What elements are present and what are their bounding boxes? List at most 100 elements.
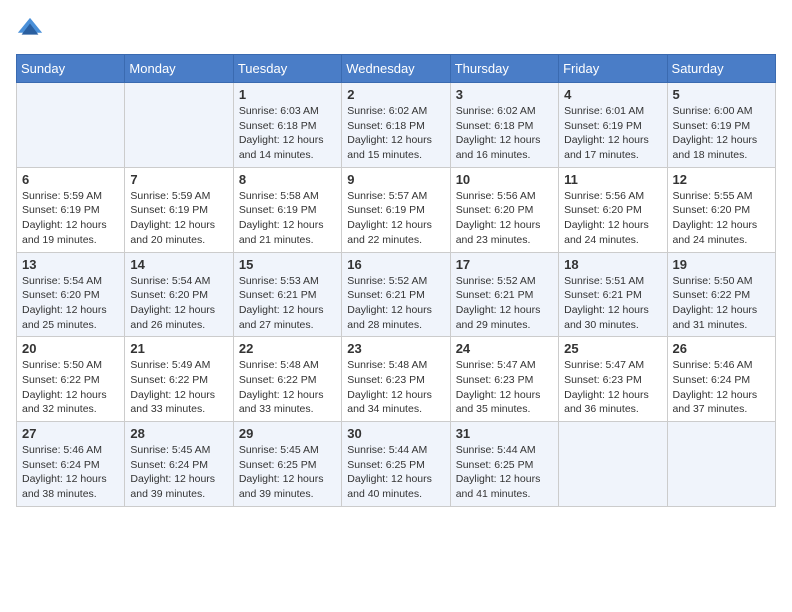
day-number: 11 xyxy=(564,172,661,187)
day-number: 20 xyxy=(22,341,119,356)
day-info: Sunrise: 5:48 AMSunset: 6:23 PMDaylight:… xyxy=(347,358,444,417)
day-info: Sunrise: 5:54 AMSunset: 6:20 PMDaylight:… xyxy=(130,274,227,333)
day-number: 16 xyxy=(347,257,444,272)
calendar-cell: 17 Sunrise: 5:52 AMSunset: 6:21 PMDayligh… xyxy=(450,252,558,337)
day-number: 1 xyxy=(239,87,336,102)
calendar-cell: 15 Sunrise: 5:53 AMSunset: 6:21 PMDayligh… xyxy=(233,252,341,337)
day-number: 13 xyxy=(22,257,119,272)
day-info: Sunrise: 5:52 AMSunset: 6:21 PMDaylight:… xyxy=(347,274,444,333)
weekday-header-friday: Friday xyxy=(559,55,667,83)
calendar-cell: 30 Sunrise: 5:44 AMSunset: 6:25 PMDayligh… xyxy=(342,422,450,507)
calendar-cell: 31Sunrise: 5:44 AMSunset: 6:25 PMDayligh… xyxy=(450,422,558,507)
calendar-week-1: 1 Sunrise: 6:03 AMSunset: 6:18 PMDaylight… xyxy=(17,83,776,168)
day-info: Sunrise: 5:47 AMSunset: 6:23 PMDaylight:… xyxy=(456,358,553,417)
day-number: 31 xyxy=(456,426,553,441)
weekday-header-monday: Monday xyxy=(125,55,233,83)
day-number: 27 xyxy=(22,426,119,441)
day-number: 5 xyxy=(673,87,770,102)
calendar-cell xyxy=(667,422,775,507)
day-number: 18 xyxy=(564,257,661,272)
calendar-week-4: 20 Sunrise: 5:50 AMSunset: 6:22 PMDayligh… xyxy=(17,337,776,422)
calendar-cell: 8 Sunrise: 5:58 AMSunset: 6:19 PMDaylight… xyxy=(233,167,341,252)
weekday-header-wednesday: Wednesday xyxy=(342,55,450,83)
weekday-header-saturday: Saturday xyxy=(667,55,775,83)
calendar-cell: 12 Sunrise: 5:55 AMSunset: 6:20 PMDayligh… xyxy=(667,167,775,252)
calendar-cell: 16 Sunrise: 5:52 AMSunset: 6:21 PMDayligh… xyxy=(342,252,450,337)
day-number: 4 xyxy=(564,87,661,102)
calendar-week-2: 6Sunrise: 5:59 AMSunset: 6:19 PMDaylight… xyxy=(17,167,776,252)
day-info: Sunrise: 6:03 AMSunset: 6:18 PMDaylight:… xyxy=(239,104,336,163)
calendar-cell: 18Sunrise: 5:51 AMSunset: 6:21 PMDayligh… xyxy=(559,252,667,337)
day-number: 23 xyxy=(347,341,444,356)
calendar-cell: 20 Sunrise: 5:50 AMSunset: 6:22 PMDayligh… xyxy=(17,337,125,422)
weekday-header-tuesday: Tuesday xyxy=(233,55,341,83)
calendar-cell: 3 Sunrise: 6:02 AMSunset: 6:18 PMDaylight… xyxy=(450,83,558,168)
day-number: 9 xyxy=(347,172,444,187)
day-number: 15 xyxy=(239,257,336,272)
calendar-cell: 25 Sunrise: 5:47 AMSunset: 6:23 PMDayligh… xyxy=(559,337,667,422)
calendar-cell: 5Sunrise: 6:00 AMSunset: 6:19 PMDaylight… xyxy=(667,83,775,168)
day-info: Sunrise: 5:47 AMSunset: 6:23 PMDaylight:… xyxy=(564,358,661,417)
calendar: SundayMondayTuesdayWednesdayThursdayFrid… xyxy=(16,54,776,507)
day-number: 14 xyxy=(130,257,227,272)
day-number: 17 xyxy=(456,257,553,272)
calendar-cell: 13 Sunrise: 5:54 AMSunset: 6:20 PMDayligh… xyxy=(17,252,125,337)
day-number: 24 xyxy=(456,341,553,356)
calendar-cell: 28Sunrise: 5:45 AMSunset: 6:24 PMDayligh… xyxy=(125,422,233,507)
calendar-cell: 21 Sunrise: 5:49 AMSunset: 6:22 PMDayligh… xyxy=(125,337,233,422)
day-info: Sunrise: 5:52 AMSunset: 6:21 PMDaylight:… xyxy=(456,274,553,333)
day-number: 25 xyxy=(564,341,661,356)
day-info: Sunrise: 5:57 AMSunset: 6:19 PMDaylight:… xyxy=(347,189,444,248)
day-info: Sunrise: 5:56 AMSunset: 6:20 PMDaylight:… xyxy=(456,189,553,248)
day-number: 3 xyxy=(456,87,553,102)
calendar-cell: 23 Sunrise: 5:48 AMSunset: 6:23 PMDayligh… xyxy=(342,337,450,422)
calendar-cell: 7 Sunrise: 5:59 AMSunset: 6:19 PMDaylight… xyxy=(125,167,233,252)
day-info: Sunrise: 5:48 AMSunset: 6:22 PMDaylight:… xyxy=(239,358,336,417)
day-info: Sunrise: 5:46 AMSunset: 6:24 PMDaylight:… xyxy=(673,358,770,417)
day-number: 26 xyxy=(673,341,770,356)
day-info: Sunrise: 5:50 AMSunset: 6:22 PMDaylight:… xyxy=(673,274,770,333)
calendar-week-3: 13 Sunrise: 5:54 AMSunset: 6:20 PMDayligh… xyxy=(17,252,776,337)
day-info: Sunrise: 5:55 AMSunset: 6:20 PMDaylight:… xyxy=(673,189,770,248)
calendar-cell: 6Sunrise: 5:59 AMSunset: 6:19 PMDaylight… xyxy=(17,167,125,252)
weekday-header-thursday: Thursday xyxy=(450,55,558,83)
calendar-cell xyxy=(17,83,125,168)
calendar-cell: 19 Sunrise: 5:50 AMSunset: 6:22 PMDayligh… xyxy=(667,252,775,337)
day-info: Sunrise: 5:49 AMSunset: 6:22 PMDaylight:… xyxy=(130,358,227,417)
day-info: Sunrise: 6:02 AMSunset: 6:18 PMDaylight:… xyxy=(347,104,444,163)
day-info: Sunrise: 5:58 AMSunset: 6:19 PMDaylight:… xyxy=(239,189,336,248)
day-info: Sunrise: 5:54 AMSunset: 6:20 PMDaylight:… xyxy=(22,274,119,333)
day-number: 7 xyxy=(130,172,227,187)
day-number: 21 xyxy=(130,341,227,356)
day-number: 19 xyxy=(673,257,770,272)
day-info: Sunrise: 5:59 AMSunset: 6:19 PMDaylight:… xyxy=(130,189,227,248)
weekday-header-sunday: Sunday xyxy=(17,55,125,83)
calendar-cell: 29Sunrise: 5:45 AMSunset: 6:25 PMDayligh… xyxy=(233,422,341,507)
day-info: Sunrise: 5:59 AMSunset: 6:19 PMDaylight:… xyxy=(22,189,119,248)
day-number: 12 xyxy=(673,172,770,187)
day-number: 22 xyxy=(239,341,336,356)
day-info: Sunrise: 5:44 AMSunset: 6:25 PMDaylight:… xyxy=(347,443,444,502)
day-info: Sunrise: 5:45 AMSunset: 6:25 PMDaylight:… xyxy=(239,443,336,502)
calendar-cell: 9 Sunrise: 5:57 AMSunset: 6:19 PMDaylight… xyxy=(342,167,450,252)
page-header xyxy=(16,16,776,44)
day-info: Sunrise: 6:02 AMSunset: 6:18 PMDaylight:… xyxy=(456,104,553,163)
calendar-cell: 1 Sunrise: 6:03 AMSunset: 6:18 PMDaylight… xyxy=(233,83,341,168)
day-info: Sunrise: 5:50 AMSunset: 6:22 PMDaylight:… xyxy=(22,358,119,417)
calendar-cell: 10 Sunrise: 5:56 AMSunset: 6:20 PMDayligh… xyxy=(450,167,558,252)
calendar-cell: 2 Sunrise: 6:02 AMSunset: 6:18 PMDaylight… xyxy=(342,83,450,168)
day-number: 2 xyxy=(347,87,444,102)
day-info: Sunrise: 5:56 AMSunset: 6:20 PMDaylight:… xyxy=(564,189,661,248)
weekday-header-row: SundayMondayTuesdayWednesdayThursdayFrid… xyxy=(17,55,776,83)
calendar-week-5: 27Sunrise: 5:46 AMSunset: 6:24 PMDayligh… xyxy=(17,422,776,507)
calendar-cell: 24 Sunrise: 5:47 AMSunset: 6:23 PMDayligh… xyxy=(450,337,558,422)
calendar-cell xyxy=(125,83,233,168)
day-number: 8 xyxy=(239,172,336,187)
logo xyxy=(16,16,48,44)
day-info: Sunrise: 5:53 AMSunset: 6:21 PMDaylight:… xyxy=(239,274,336,333)
day-number: 10 xyxy=(456,172,553,187)
logo-icon xyxy=(16,16,44,44)
calendar-cell: 14 Sunrise: 5:54 AMSunset: 6:20 PMDayligh… xyxy=(125,252,233,337)
day-number: 30 xyxy=(347,426,444,441)
calendar-cell: 22 Sunrise: 5:48 AMSunset: 6:22 PMDayligh… xyxy=(233,337,341,422)
